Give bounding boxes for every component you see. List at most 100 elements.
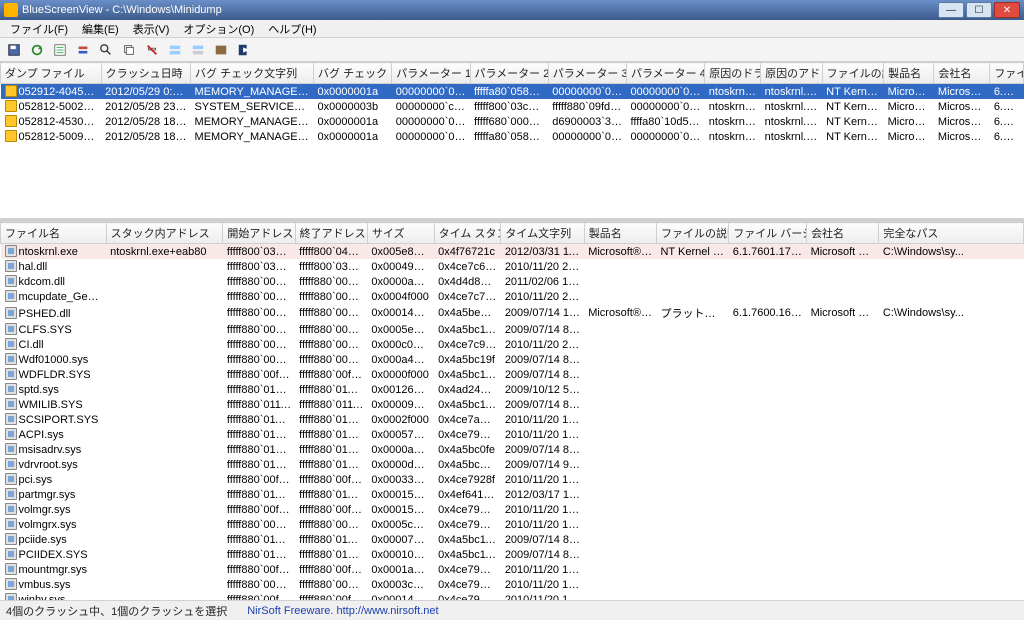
table-row[interactable]: ntoskrnl.exentoskrnl.exe+eab80fffff800`0… — [1, 244, 1024, 260]
column-header[interactable]: 製品名 — [884, 63, 934, 84]
status-text: 4個のクラッシュ中、1個のクラッシュを選択 — [6, 603, 227, 619]
table-row[interactable]: 052812-45302-01.dmp2012/05/28 18:55:48ME… — [1, 114, 1024, 129]
dump-list-pane[interactable]: ダンプ ファイルクラッシュ日時バグ チェック文字列バグ チェック コードパラメー… — [0, 62, 1024, 222]
table-row[interactable]: volmgrx.sysfffff880`00d51000fffff880`00d… — [1, 517, 1024, 532]
table-row[interactable]: CLFS.SYSfffff880`00cf3000fffff880`00d510… — [1, 322, 1024, 337]
dump-file-icon — [5, 100, 17, 112]
dump-file-icon — [5, 85, 17, 97]
view1-icon[interactable] — [165, 40, 185, 60]
properties-icon[interactable] — [50, 40, 70, 60]
column-header[interactable]: 原因のアドレス — [761, 63, 822, 84]
app-icon — [4, 3, 18, 17]
table-row[interactable]: mcupdate_GenuineIntel.dllfffff880`00c9e0… — [1, 289, 1024, 304]
column-header[interactable]: ダンプ ファイル — [1, 63, 102, 84]
table-row[interactable]: WMILIB.SYSfffff880`0111d7000fffff880`011… — [1, 397, 1024, 412]
find-icon[interactable] — [96, 40, 116, 60]
minimize-button[interactable]: — — [938, 2, 964, 18]
column-header[interactable]: サイズ — [367, 223, 434, 244]
column-header[interactable]: パラメーター 4 — [627, 63, 705, 84]
table-row[interactable]: 052812-50091-01.dmp2012/05/28 18:35:42ME… — [1, 129, 1024, 144]
column-header[interactable]: タイム スタンプ — [434, 223, 501, 244]
table-row[interactable]: CI.dllfffff880`00eb0000fffff880`00d70000… — [1, 337, 1024, 352]
table-row[interactable]: msisadrv.sysfffff880`01086000fffff880`01… — [1, 442, 1024, 457]
exit-icon[interactable] — [234, 40, 254, 60]
column-header[interactable]: 会社名 — [934, 63, 990, 84]
table-row[interactable]: PSHED.dllfffff880`00cdf000fffff880`00cf3… — [1, 304, 1024, 322]
save-icon[interactable] — [4, 40, 24, 60]
table-row[interactable]: vmbus.sysfffff880`00dad000fffff880`00de9… — [1, 577, 1024, 592]
menu-item[interactable]: ファイル(F) — [4, 20, 74, 38]
column-header[interactable]: ファイルの説明 — [656, 223, 728, 244]
table-row[interactable]: PCIIDEX.SYSfffff880`01034000fffff880`010… — [1, 547, 1024, 562]
table-row[interactable]: pciide.sysfffff880`011f5000fffff880`011f… — [1, 532, 1024, 547]
driver-table[interactable]: ファイル名スタック内アドレス開始アドレス終了アドレスサイズタイム スタンプタイム… — [0, 222, 1024, 600]
copy-icon[interactable] — [119, 40, 139, 60]
column-header[interactable]: スタック内アドレス — [106, 223, 223, 244]
column-header[interactable]: ファイ — [990, 63, 1024, 84]
column-header[interactable]: 製品名 — [584, 223, 656, 244]
table-row[interactable]: sptd.sysfffff880`0101b000fffff880`01101f… — [1, 382, 1024, 397]
column-header[interactable]: ファイル バージ... — [729, 223, 807, 244]
view3-icon[interactable] — [211, 40, 231, 60]
column-header[interactable]: ファイルの説明 — [822, 63, 883, 84]
table-row[interactable]: SCSIPORT.SYSfffff880`011e0000fffff880`01… — [1, 412, 1024, 427]
column-header[interactable]: 開始アドレス — [223, 223, 295, 244]
menu-item[interactable]: オプション(O) — [177, 20, 260, 38]
dump-table[interactable]: ダンプ ファイルクラッシュ日時バグ チェック文字列バグ チェック コードパラメー… — [0, 62, 1024, 144]
table-row[interactable]: 052812-50029-01.dmp2012/05/28 23:43:52SY… — [1, 99, 1024, 114]
table-row[interactable]: WDFLDR.SYSfffff880`00f70000fffff880`00f7… — [1, 367, 1024, 382]
driver-file-icon — [5, 398, 17, 410]
options-icon[interactable] — [73, 40, 93, 60]
column-header[interactable]: バグ チェック コード — [314, 63, 392, 84]
column-header[interactable]: パラメーター 2 — [470, 63, 548, 84]
status-bar: 4個のクラッシュ中、1個のクラッシュを選択 NirSoft Freeware. … — [0, 600, 1024, 620]
table-row[interactable]: partmgr.sysfffff880`011e0000fffff880`011… — [1, 487, 1024, 502]
dump-file-icon — [5, 115, 17, 127]
column-header[interactable]: 終了アドレス — [295, 223, 367, 244]
view2-icon[interactable] — [188, 40, 208, 60]
driver-file-icon — [5, 290, 17, 302]
driver-list-pane[interactable]: ファイル名スタック内アドレス開始アドレス終了アドレスサイズタイム スタンプタイム… — [0, 222, 1024, 600]
title-bar: BlueScreenView - C:\Windows\Minidump — ☐… — [0, 0, 1024, 20]
driver-file-icon — [5, 338, 17, 350]
table-row[interactable]: mountmgr.sysfffff880`00fc7000fffff880`00… — [1, 562, 1024, 577]
driver-file-icon — [5, 413, 17, 425]
maximize-button[interactable]: ☐ — [966, 2, 992, 18]
menu-item[interactable]: 編集(E) — [76, 20, 125, 38]
column-header[interactable]: 完全なパス — [879, 223, 1024, 244]
delete-icon[interactable] — [142, 40, 162, 60]
status-link[interactable]: NirSoft Freeware. http://www.nirsoft.net — [247, 605, 438, 617]
driver-file-icon — [5, 323, 17, 335]
refresh-icon[interactable] — [27, 40, 47, 60]
column-header[interactable]: クラッシュ日時 — [101, 63, 190, 84]
column-header[interactable]: パラメーター 1 — [392, 63, 470, 84]
driver-file-icon — [5, 473, 17, 485]
table-row[interactable]: Wdf01000.sysfffff880`00ea0000fffff880`00… — [1, 352, 1024, 367]
column-header[interactable]: 会社名 — [807, 223, 879, 244]
table-row[interactable]: hal.dllfffff800`03a16000fffff800`03a5f00… — [1, 259, 1024, 274]
column-header[interactable]: タイム文字列 — [501, 223, 584, 244]
driver-file-icon — [5, 368, 17, 380]
column-header[interactable]: バグ チェック文字列 — [191, 63, 314, 84]
table-row[interactable]: pci.sysfffff880`00f7f000fffff880`00fb200… — [1, 472, 1024, 487]
driver-file-icon — [5, 563, 17, 575]
column-header[interactable]: ファイル名 — [1, 223, 107, 244]
driver-file-icon — [5, 578, 17, 590]
driver-file-icon — [5, 503, 17, 515]
table-row[interactable]: kdcom.dllfffff880`00bad000fffff880`00bb7… — [1, 274, 1024, 289]
driver-file-icon — [5, 443, 17, 455]
table-row[interactable]: ACPI.sysfffff880`0102f000fffff880`010860… — [1, 427, 1024, 442]
driver-file-icon — [5, 593, 17, 600]
column-header[interactable]: 原因のドライバー — [705, 63, 761, 84]
driver-file-icon — [5, 245, 17, 257]
driver-file-icon — [5, 307, 17, 319]
table-row[interactable]: vdrvroot.sysfffff880`01090000fffff880`01… — [1, 457, 1024, 472]
column-header[interactable]: パラメーター 3 — [548, 63, 626, 84]
table-row[interactable]: winhv.sysfffff880`00fe1000fffff880`00ff5… — [1, 592, 1024, 600]
menu-item[interactable]: 表示(V) — [127, 20, 176, 38]
close-button[interactable]: ✕ — [994, 2, 1020, 18]
table-row[interactable]: volmgr.sysfffff880`00fb2000fffff880`00fc… — [1, 502, 1024, 517]
menu-item[interactable]: ヘルプ(H) — [262, 20, 322, 38]
driver-file-icon — [5, 488, 17, 500]
table-row[interactable]: 052912-40452-01.dmp2012/05/29 0:16:07MEM… — [1, 84, 1024, 100]
